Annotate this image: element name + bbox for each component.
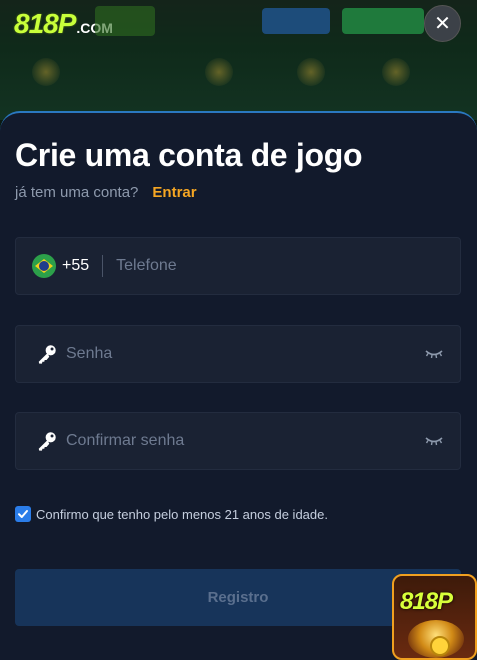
phone-field[interactable]: +55 Telefone (15, 237, 461, 295)
category-icon (205, 58, 233, 86)
modal-title: Crie uma conta de jogo (15, 137, 363, 173)
background-register-button (342, 8, 424, 34)
confirm-password-field[interactable]: Confirmar senha (15, 412, 461, 470)
key-icon (38, 345, 56, 364)
site-logo-number: 818P (14, 8, 76, 39)
category-icon (32, 58, 60, 86)
have-account-text: já tem uma conta? (15, 184, 139, 201)
promo-badge[interactable]: 818P (392, 574, 477, 660)
background-login-button (262, 8, 330, 34)
background-site-header: 818P .COM (0, 0, 477, 120)
close-button[interactable]: ✕ (424, 5, 461, 42)
background-category-icons (0, 58, 477, 98)
login-link[interactable]: Entrar (152, 184, 196, 201)
country-dial-code[interactable]: +55 (62, 257, 89, 275)
checkmark-icon (18, 510, 28, 518)
coin-icon (430, 636, 450, 656)
password-input[interactable]: Senha (66, 345, 112, 363)
key-icon (38, 432, 56, 451)
category-icon (297, 58, 325, 86)
brazil-flag-icon[interactable] (32, 254, 56, 278)
age-confirmation-text: Confirmo que tenho pelo menos 21 anos de… (36, 506, 328, 522)
confirm-password-input[interactable]: Confirmar senha (66, 432, 184, 450)
background-banner (95, 6, 155, 36)
age-checkbox[interactable] (15, 506, 31, 522)
field-divider (102, 255, 104, 277)
close-icon: ✕ (434, 12, 451, 35)
age-confirmation[interactable]: Confirmo que tenho pelo menos 21 anos de… (15, 506, 328, 522)
eye-closed-icon[interactable] (424, 348, 444, 360)
phone-input[interactable]: Telefone (116, 257, 177, 275)
category-icon (382, 58, 410, 86)
password-field[interactable]: Senha (15, 325, 461, 383)
promo-logo: 818P (400, 588, 453, 615)
eye-closed-icon[interactable] (424, 435, 444, 447)
login-prompt: já tem uma conta? Entrar (15, 184, 197, 201)
